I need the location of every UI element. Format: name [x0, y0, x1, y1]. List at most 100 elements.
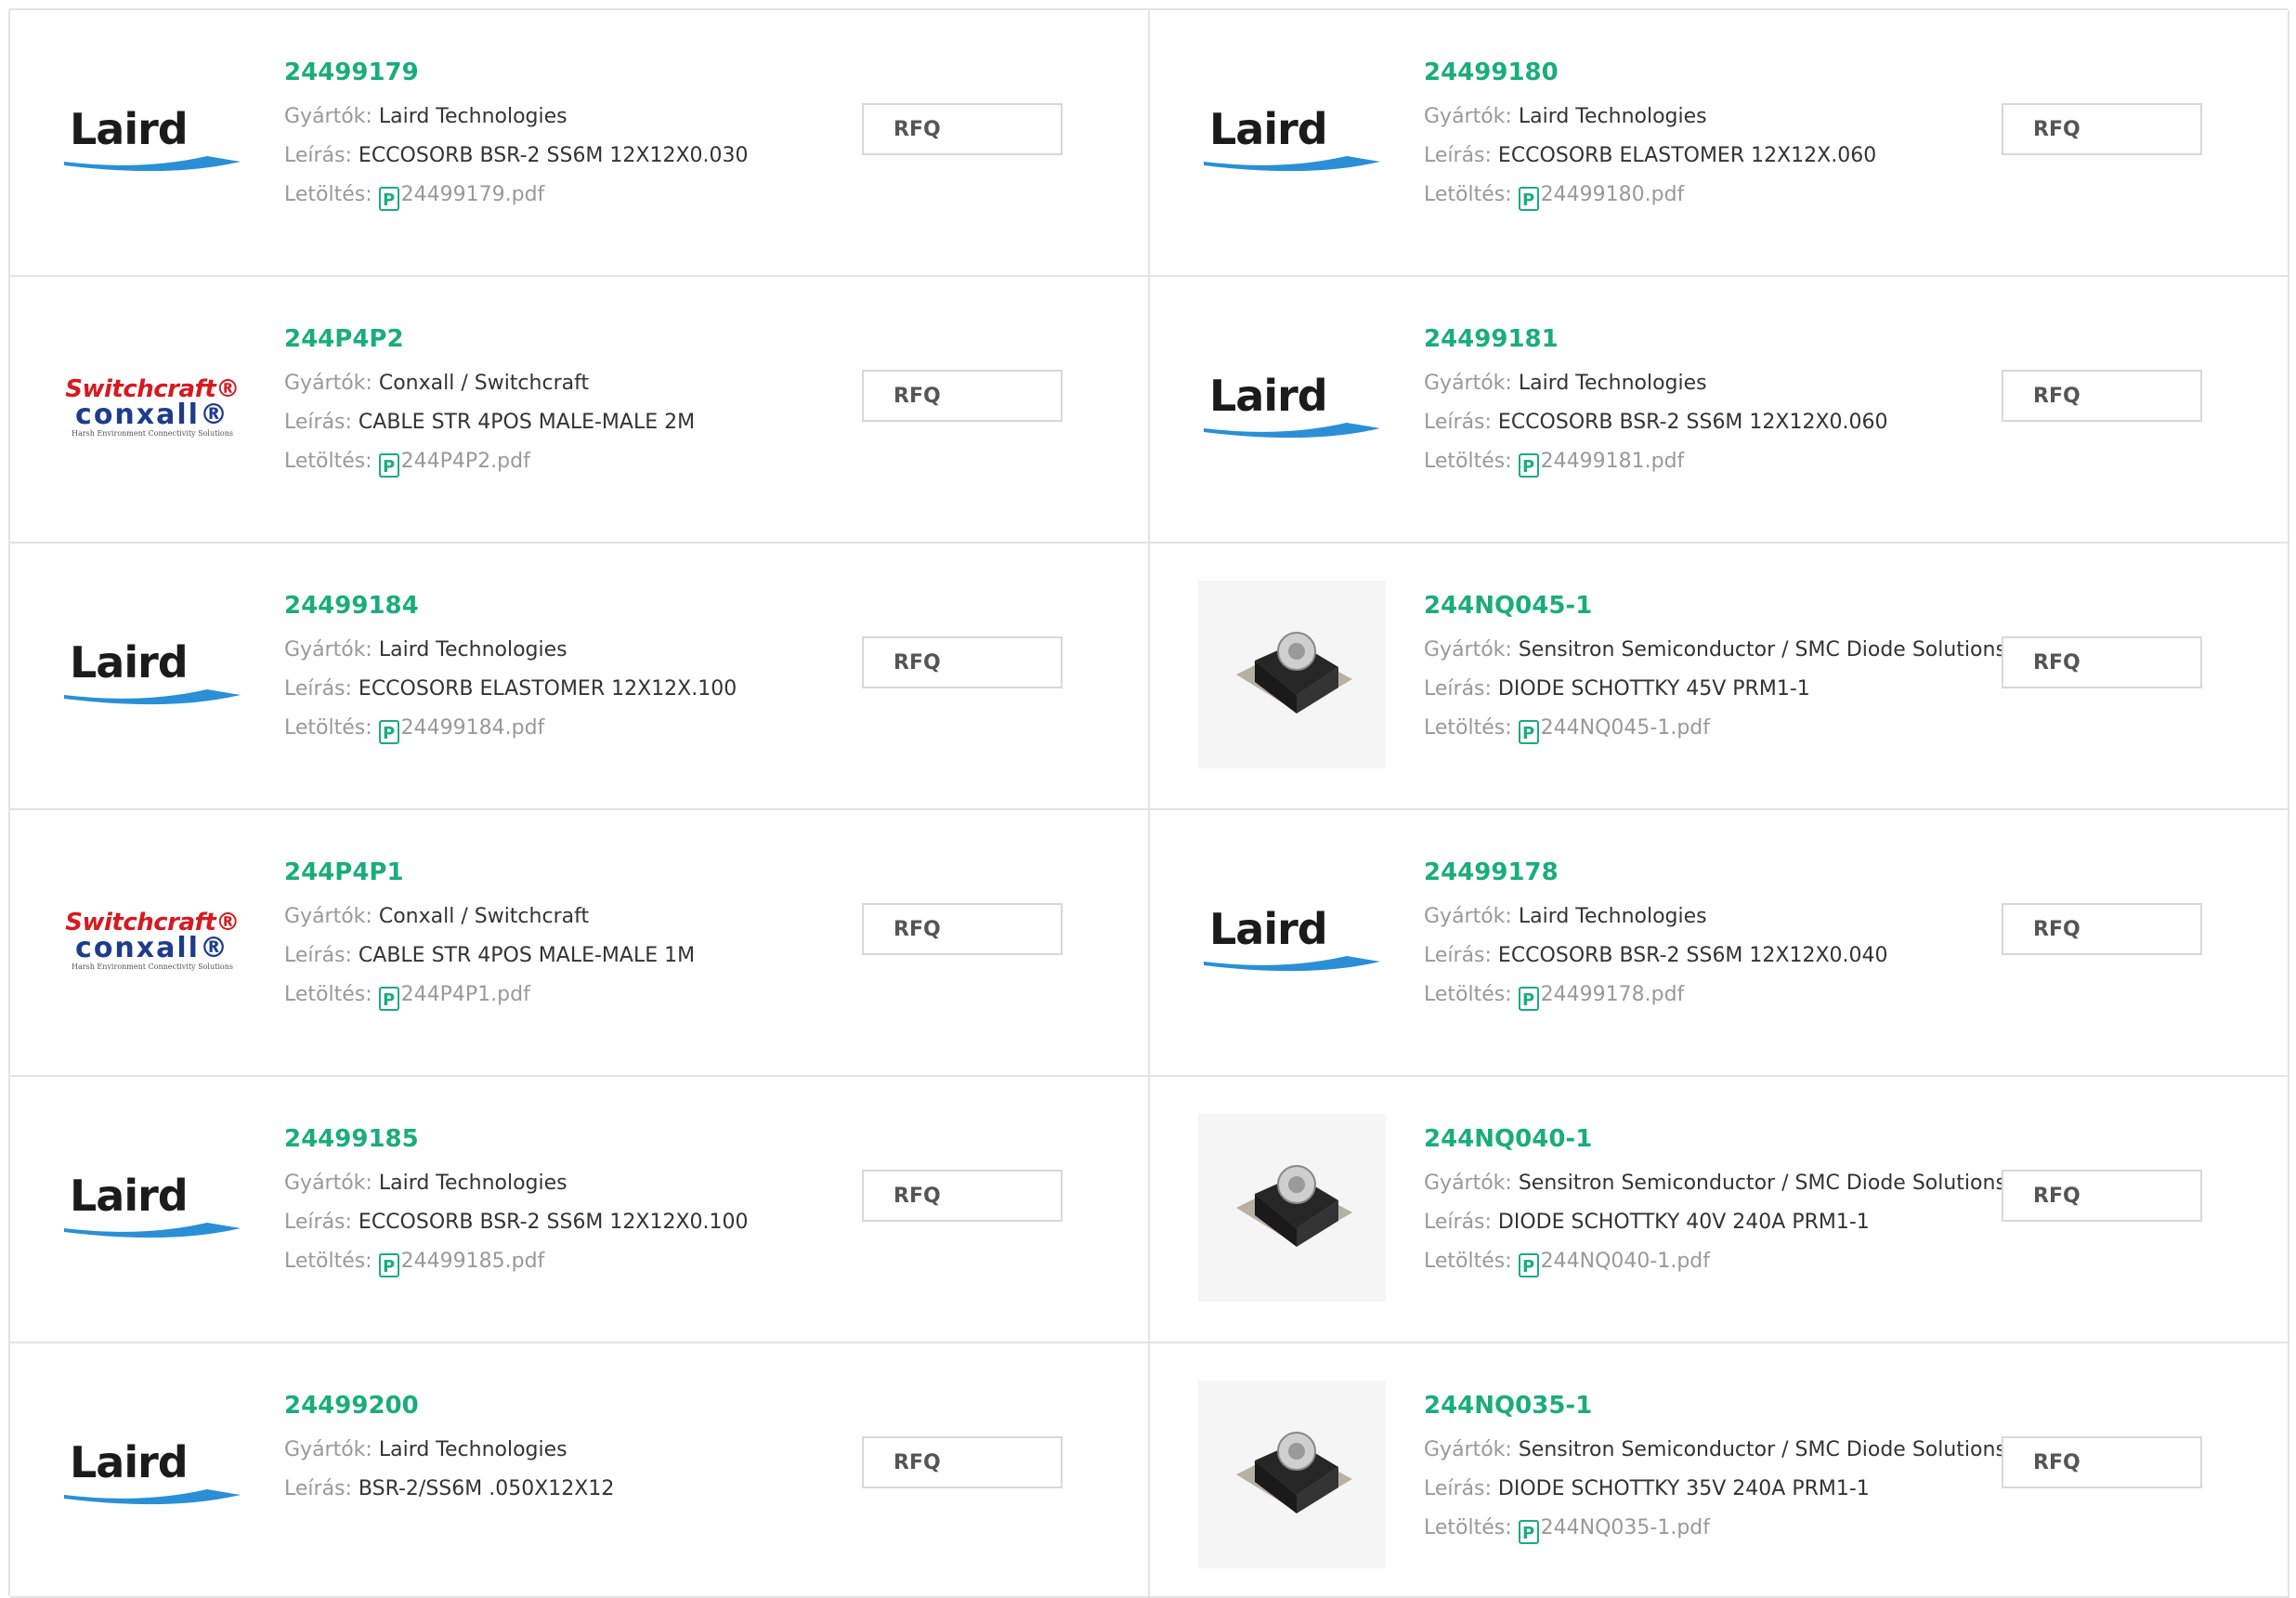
manufacturer-label: Gyártók:: [1424, 1172, 1512, 1195]
product-card: Laird 24499200 Gyártók: Laird Technologi…: [10, 1343, 1150, 1598]
download-label: Letöltés:: [284, 183, 372, 206]
manufacturer-logo[interactable]: Laird: [59, 47, 246, 235]
pdf-download-link[interactable]: P 24499178.pdf: [1518, 983, 1685, 1011]
pdf-download-link[interactable]: P 24499185.pdf: [378, 1250, 544, 1277]
manufacturer-value: Laird Technologies: [378, 638, 567, 661]
product-info: 24499180 Gyártók: Laird Technologies Leí…: [1424, 59, 2018, 215]
pdf-download-link[interactable]: P 24499179.pdf: [378, 183, 544, 211]
pdf-filename: 24499178.pdf: [1540, 983, 1685, 1006]
description-line: Leírás: ECCOSORB BSR-2 SS6M 12X12X0.030: [284, 137, 879, 176]
manufacturer-logo[interactable]: [1198, 1114, 1386, 1302]
part-number-link[interactable]: 24499178: [1424, 858, 2018, 886]
part-number-link[interactable]: 24499180: [1424, 59, 2018, 86]
laird-logo: Laird: [59, 1171, 246, 1245]
part-number-link[interactable]: 244NQ040-1: [1424, 1125, 2018, 1153]
pdf-download-link[interactable]: P 24499180.pdf: [1518, 183, 1684, 211]
description-label: Leírás:: [284, 677, 352, 701]
download-line: Letöltés: P 24499185.pdf: [284, 1242, 879, 1281]
pdf-download-link[interactable]: P 244NQ040-1.pdf: [1518, 1250, 1710, 1277]
rfq-button[interactable]: RFQ: [2002, 636, 2202, 688]
description-value: ECCOSORB BSR-2 SS6M 12X12X0.060: [1497, 411, 1888, 434]
manufacturer-logo[interactable]: [1198, 581, 1386, 768]
manufacturer-line: Gyártók: Laird Technologies: [1424, 897, 2018, 937]
pdf-filename: 244NQ045-1.pdf: [1540, 716, 1710, 740]
manufacturer-label: Gyártók:: [1424, 638, 1512, 661]
pdf-icon: P: [1518, 453, 1539, 478]
manufacturer-logo[interactable]: Laird: [59, 1381, 246, 1568]
download-line: Letöltés: P 244NQ040-1.pdf: [1424, 1242, 2018, 1281]
part-number-link[interactable]: 244P4P2: [284, 325, 879, 353]
switchcraft-conxall-logo: Switchcraft® conxall® Harsh Environment Co…: [59, 376, 246, 439]
rfq-button[interactable]: RFQ: [2002, 103, 2202, 155]
rfq-button[interactable]: RFQ: [2002, 1170, 2202, 1222]
description-line: Leírás: ECCOSORB ELASTOMER 12X12X.100: [284, 670, 879, 709]
manufacturer-line: Gyártók: Laird Technologies: [284, 1431, 879, 1470]
manufacturer-value: Laird Technologies: [378, 105, 567, 128]
description-value: ECCOSORB BSR-2 SS6M 12X12X0.100: [358, 1211, 749, 1234]
download-line: Letöltés: P 244NQ035-1.pdf: [1424, 1509, 2018, 1548]
laird-logo: Laird: [1198, 104, 1386, 178]
part-number-link[interactable]: 244NQ045-1: [1424, 592, 2018, 620]
product-info: 244NQ040-1 Gyártók: Sensitron Semiconduc…: [1424, 1125, 2018, 1281]
manufacturer-logo[interactable]: Laird: [1198, 847, 1386, 1035]
rfq-button[interactable]: RFQ: [862, 1170, 1063, 1222]
rfq-button[interactable]: RFQ: [2002, 903, 2202, 955]
part-number-link[interactable]: 244P4P1: [284, 858, 879, 886]
description-label: Leírás:: [284, 411, 352, 434]
description-value: ECCOSORB ELASTOMER 12X12X.100: [358, 677, 737, 701]
manufacturer-value: Laird Technologies: [378, 1438, 567, 1461]
rfq-button[interactable]: RFQ: [862, 636, 1063, 688]
part-number-link[interactable]: 24499181: [1424, 325, 2018, 353]
rfq-button[interactable]: RFQ: [862, 1436, 1063, 1488]
rfq-button[interactable]: RFQ: [862, 103, 1063, 155]
diode-photo: [1198, 1381, 1386, 1568]
manufacturer-value: Sensitron Semiconductor / SMC Diode Solu…: [1518, 638, 2006, 661]
pdf-download-link[interactable]: P 24499184.pdf: [378, 716, 544, 744]
product-info: 244NQ035-1 Gyártók: Sensitron Semiconduc…: [1424, 1392, 2018, 1548]
pdf-download-link[interactable]: P 244P4P2.pdf: [378, 450, 530, 478]
manufacturer-logo[interactable]: Laird: [59, 581, 246, 768]
pdf-download-link[interactable]: P 24499181.pdf: [1518, 450, 1684, 478]
rfq-button[interactable]: RFQ: [2002, 1436, 2202, 1488]
download-label: Letöltés:: [284, 716, 372, 740]
manufacturer-value: Laird Technologies: [378, 1172, 567, 1195]
manufacturer-label: Gyártók:: [1424, 372, 1512, 395]
manufacturer-logo[interactable]: Laird: [1198, 314, 1386, 502]
manufacturer-logo[interactable]: Laird: [1198, 47, 1386, 235]
pdf-icon: P: [378, 987, 399, 1011]
description-line: Leírás: ECCOSORB BSR-2 SS6M 12X12X0.040: [1424, 937, 2018, 976]
rfq-button[interactable]: RFQ: [862, 370, 1063, 422]
description-line: Leírás: CABLE STR 4POS MALE-MALE 2M: [284, 403, 879, 442]
description-line: Leírás: ECCOSORB BSR-2 SS6M 12X12X0.100: [284, 1203, 879, 1242]
manufacturer-line: Gyártók: Sensitron Semiconductor / SMC D…: [1424, 631, 2018, 670]
rfq-button[interactable]: RFQ: [2002, 370, 2202, 422]
product-card: Laird 24499178 Gyártók: Laird Technologi…: [1150, 810, 2289, 1077]
manufacturer-value: Conxall / Switchcraft: [378, 905, 590, 928]
description-value: BSR-2/SS6M .050X12X12: [358, 1477, 615, 1500]
switchcraft-conxall-logo: Switchcraft® conxall® Harsh Environment Co…: [59, 910, 246, 973]
manufacturer-label: Gyártók:: [1424, 905, 1512, 928]
manufacturer-label: Gyártók:: [284, 638, 372, 661]
manufacturer-logo[interactable]: Switchcraft® conxall® Harsh Environment Co…: [59, 314, 246, 502]
part-number-link[interactable]: 24499184: [284, 592, 879, 620]
manufacturer-logo[interactable]: Laird: [59, 1114, 246, 1302]
pdf-icon: P: [1518, 1520, 1539, 1544]
rfq-button[interactable]: RFQ: [862, 903, 1063, 955]
description-value: ECCOSORB ELASTOMER 12X12X.060: [1497, 144, 1877, 167]
product-card: Laird 24499180 Gyártók: Laird Technologi…: [1150, 10, 2289, 277]
manufacturer-logo[interactable]: [1198, 1381, 1386, 1568]
part-number-link[interactable]: 244NQ035-1: [1424, 1392, 2018, 1420]
part-number-link[interactable]: 24499200: [284, 1392, 879, 1420]
part-number-link[interactable]: 24499179: [284, 59, 879, 86]
pdf-icon: P: [378, 187, 399, 211]
download-line: Letöltés: P 24499178.pdf: [1424, 976, 2018, 1015]
manufacturer-value: Laird Technologies: [1518, 372, 1707, 395]
pdf-download-link[interactable]: P 244NQ045-1.pdf: [1518, 716, 1710, 744]
manufacturer-label: Gyártók:: [1424, 1438, 1512, 1461]
description-line: Leírás: DIODE SCHOTTKY 35V 240A PRM1-1: [1424, 1470, 2018, 1509]
pdf-download-link[interactable]: P 244P4P1.pdf: [378, 983, 530, 1011]
part-number-link[interactable]: 24499185: [284, 1125, 879, 1153]
manufacturer-label: Gyártók:: [284, 372, 372, 395]
manufacturer-logo[interactable]: Switchcraft® conxall® Harsh Environment Co…: [59, 847, 246, 1035]
pdf-download-link[interactable]: P 244NQ035-1.pdf: [1518, 1516, 1710, 1544]
